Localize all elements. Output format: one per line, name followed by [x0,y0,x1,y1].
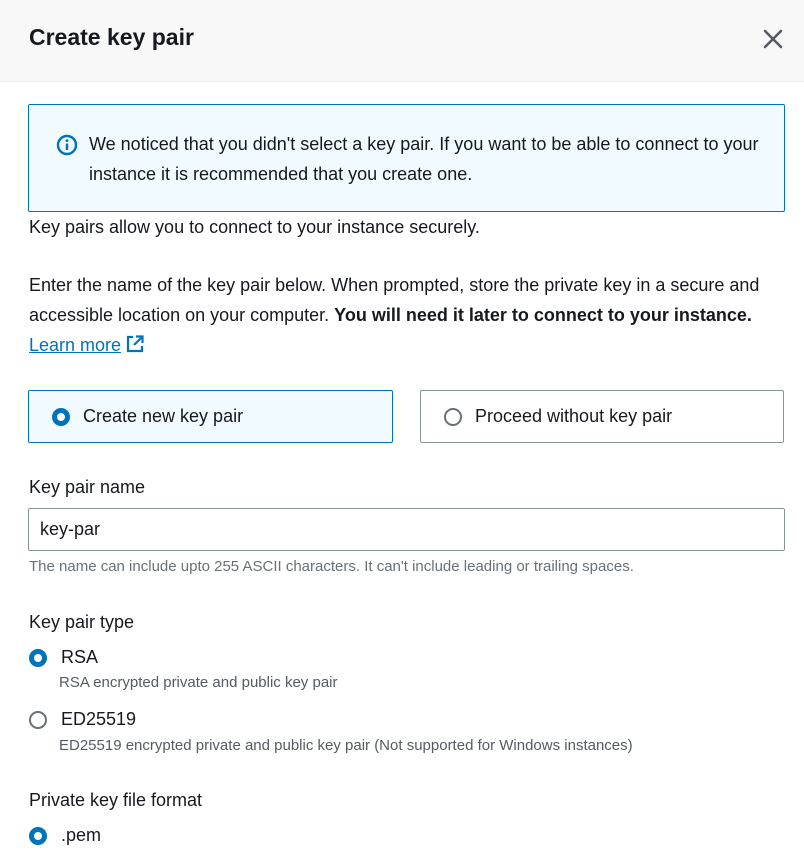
pem-label: .pem [61,825,102,845]
ed25519-radio[interactable] [29,710,47,729]
pem-radio[interactable] [29,826,47,845]
learn-more-link[interactable]: Learn more [29,335,145,355]
alert-message: We noticed that you didn't select a key … [89,134,759,184]
key-pair-name-label: Key pair name [29,477,146,497]
pem-option[interactable]: .pem [29,825,101,846]
proceed-without-key-pair-radio[interactable] [444,407,462,426]
ed25519-description: ED25519 encrypted private and public key… [59,737,633,754]
info-alert: We noticed that you didn't select a key … [28,104,785,212]
ed25519-label: ED25519 [61,709,137,729]
rsa-option[interactable]: RSA [29,647,98,668]
external-link-icon[interactable] [125,334,145,354]
close-icon[interactable] [763,29,783,49]
key-pair-name-hint: The name can include upto 255 ASCII char… [29,558,634,575]
key-pair-type-label: Key pair type [29,612,135,632]
create-new-key-pair-tile[interactable]: Create new key pair [28,390,393,443]
private-key-format-label: Private key file format [29,790,203,810]
info-icon [56,134,78,156]
close-button[interactable] [758,24,788,54]
rsa-label: RSA [61,647,99,667]
dialog-title: Create key pair [29,24,194,50]
instructions-text: Enter the name of the key pair below. Wh… [29,270,789,360]
instructions-bold: You will need it later to connect to you… [334,305,752,325]
proceed-without-key-pair-tile[interactable]: Proceed without key pair [420,390,784,443]
rsa-description: RSA encrypted private and public key pai… [59,674,338,691]
key-pair-name-input[interactable] [28,508,785,551]
create-new-key-pair-radio[interactable] [52,407,70,426]
create-new-key-pair-label: Create new key pair [83,406,244,426]
ed25519-option[interactable]: ED25519 [29,709,136,730]
proceed-without-key-pair-label: Proceed without key pair [475,406,673,426]
dialog-header: Create key pair [0,0,804,82]
intro-text: Key pairs allow you to connect to your i… [29,217,480,237]
rsa-radio[interactable] [29,648,47,667]
learn-more-label[interactable]: Learn more [29,335,121,355]
